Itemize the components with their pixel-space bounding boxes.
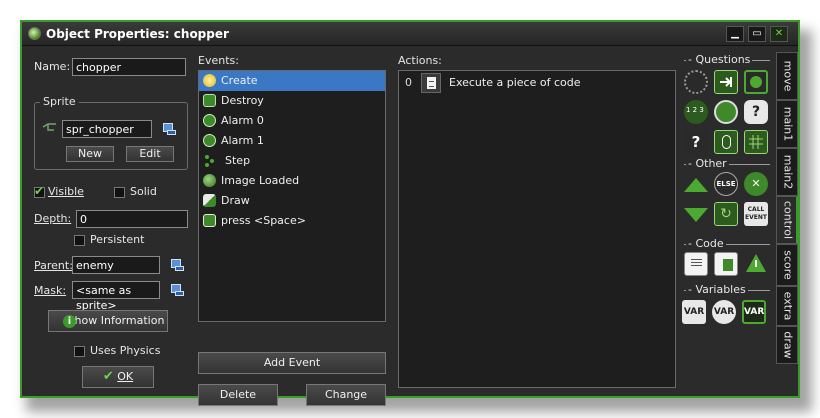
questions-section-title: - Questions (686, 53, 753, 66)
event-alarm-0[interactable]: Alarm 0 (199, 111, 385, 131)
delete-event-button[interactable]: Delete (198, 384, 278, 406)
parent-label: Parent: (34, 259, 73, 272)
maximize-button[interactable]: ▭ (748, 26, 766, 42)
mask-label: Mask: (34, 284, 67, 297)
start-block-icon[interactable] (684, 178, 708, 192)
show-information-label: Show Information (67, 314, 165, 327)
end-block-icon[interactable] (684, 208, 708, 222)
draw-variable-icon[interactable]: VAR (742, 300, 766, 324)
code-action-icon (421, 73, 441, 93)
parent-field[interactable]: enemy (72, 256, 160, 274)
solid-checkbox[interactable] (114, 187, 125, 198)
exit-event-icon[interactable]: ✕ (744, 172, 768, 196)
checkmark-icon: ✔ (102, 369, 114, 384)
repeat-icon[interactable]: ↻ (714, 202, 738, 226)
close-button[interactable]: ✕ (770, 26, 788, 42)
check-collision-icon[interactable] (714, 70, 738, 94)
depth-label: Depth: (34, 212, 72, 225)
draw-icon (203, 194, 216, 207)
test-variable-icon[interactable]: VAR (712, 300, 736, 324)
lightbulb-icon (203, 74, 216, 87)
set-variable-icon[interactable]: VAR (682, 300, 706, 324)
event-draw[interactable]: Draw (199, 191, 385, 211)
new-sprite-button[interactable]: New (66, 146, 114, 162)
persistent-checkbox[interactable] (74, 235, 85, 246)
ok-label: OK (117, 370, 134, 383)
edit-sprite-button[interactable]: Edit (126, 146, 174, 162)
code-section-title: - Code (686, 237, 726, 250)
add-event-button[interactable]: Add Event (198, 352, 386, 374)
visible-checkbox[interactable] (34, 184, 45, 198)
check-empty-icon[interactable] (684, 70, 708, 94)
persistent-label: Persistent (90, 233, 145, 246)
uses-physics-label: Uses Physics (90, 344, 161, 357)
action-library: - Questions 1 2 3 ? ? - Other ELSE ✕ ↻ C… (680, 50, 776, 396)
call-event-icon[interactable]: CALL EVENT (744, 202, 768, 226)
title-bar[interactable]: Object Properties: chopper ▁ ▭ ✕ (22, 22, 798, 46)
show-information-button[interactable]: i Show Information (48, 310, 168, 332)
check-mouse-icon[interactable] (714, 130, 738, 154)
destroy-icon (203, 94, 216, 107)
events-panel: Events: Create Destroy Alarm 0 Alarm 1 S… (194, 50, 390, 406)
events-title: Events: (198, 54, 239, 67)
check-object-icon[interactable] (744, 70, 768, 94)
footsteps-icon (203, 154, 216, 167)
name-label: Name: (34, 60, 71, 73)
solid-label: Solid (130, 185, 157, 198)
parent-browse-icon[interactable] (170, 258, 184, 272)
check-grid-icon[interactable] (744, 130, 768, 154)
actions-title: Actions: (398, 54, 442, 67)
dice-icon[interactable] (714, 100, 738, 124)
execute-code-icon[interactable] (684, 252, 708, 276)
globe-icon (203, 174, 216, 187)
depth-field[interactable]: 0 (76, 210, 188, 228)
change-event-button[interactable]: Change (306, 384, 386, 406)
sprite-field[interactable]: spr_chopper (62, 120, 152, 138)
event-create[interactable]: Create (199, 71, 385, 91)
event-destroy[interactable]: Destroy (199, 91, 385, 111)
comment-warning-icon[interactable] (744, 252, 768, 276)
tab-main2[interactable]: main2 (776, 148, 798, 196)
test-instance-count-icon[interactable]: 1 2 3 (684, 100, 708, 124)
tab-main1[interactable]: main1 (776, 100, 798, 148)
check-question-icon[interactable]: ? (744, 100, 768, 124)
variables-section-title: - Variables (686, 283, 748, 296)
ok-button[interactable]: ✔ OK (82, 366, 154, 388)
window-title: Object Properties: chopper (46, 27, 229, 41)
mask-browse-icon[interactable] (170, 283, 184, 297)
event-alarm-1[interactable]: Alarm 1 (199, 131, 385, 151)
action-number: 0 (405, 76, 412, 89)
event-press-space[interactable]: press <Space> (199, 211, 385, 231)
events-list[interactable]: Create Destroy Alarm 0 Alarm 1 Step Imag… (198, 70, 386, 322)
action-text: Execute a piece of code (449, 76, 581, 89)
clock-icon (203, 114, 216, 127)
visible-label: Visible (48, 185, 84, 198)
execute-script-icon[interactable] (714, 252, 738, 276)
action-row[interactable]: 0 Execute a piece of code (399, 71, 675, 95)
tab-draw[interactable]: draw (776, 326, 798, 364)
uses-physics-checkbox[interactable] (74, 346, 85, 357)
other-section-title: - Other (686, 157, 729, 170)
name-field[interactable]: chopper (72, 58, 186, 76)
actions-panel: Actions: 0 Execute a piece of code (394, 50, 680, 392)
test-expression-icon[interactable]: ? (684, 130, 708, 154)
mask-field[interactable]: <same as sprite> (72, 281, 160, 312)
event-image-loaded[interactable]: Image Loaded (199, 171, 385, 191)
tab-move[interactable]: move (776, 52, 798, 100)
event-step[interactable]: Step (199, 151, 385, 171)
info-icon: i (63, 315, 76, 328)
else-icon[interactable]: ELSE (714, 172, 738, 196)
sprite-group-title: Sprite (40, 95, 79, 108)
properties-panel: Name: chopper Sprite spr_chopper New Edi… (26, 50, 190, 392)
object-properties-window: Object Properties: chopper ▁ ▭ ✕ Name: c… (20, 20, 800, 406)
app-icon (28, 27, 41, 40)
sprite-browse-icon[interactable] (162, 122, 176, 136)
actions-list[interactable]: 0 Execute a piece of code (398, 70, 676, 388)
sprite-preview-icon (42, 122, 58, 132)
key-press-icon (203, 214, 216, 227)
minimize-button[interactable]: ▁ (726, 26, 744, 42)
clock-icon (203, 134, 216, 147)
